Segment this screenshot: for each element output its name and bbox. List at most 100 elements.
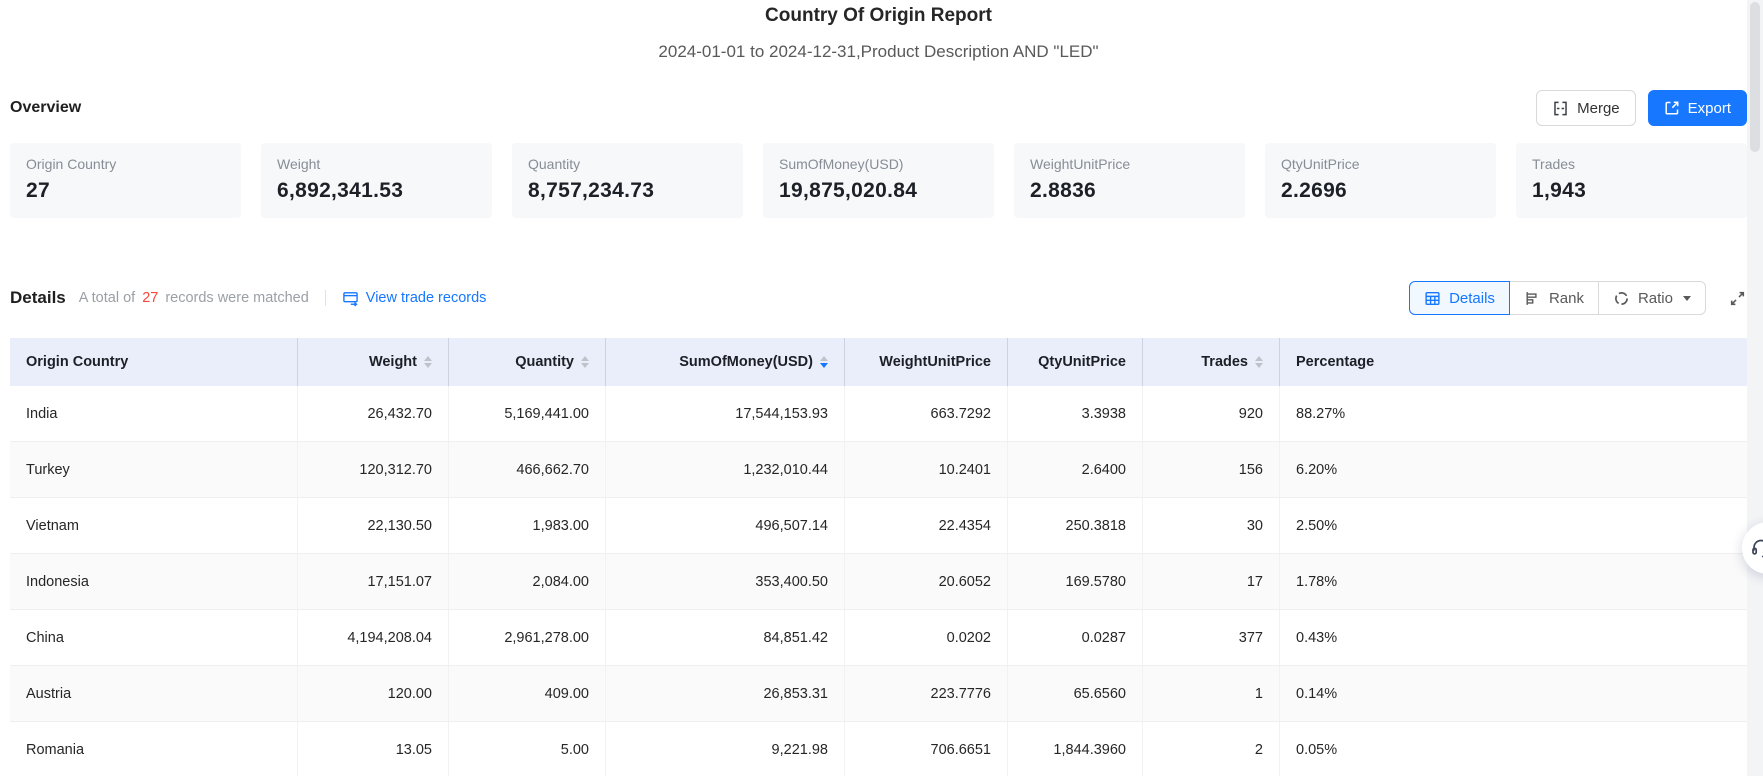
cell-value: 2,084.00 (533, 574, 589, 590)
table-row-indonesia: Indonesia17,151.072,084.00353,400.5020.6… (10, 554, 1747, 610)
stat-label: WeightUnitPrice (1030, 156, 1229, 172)
export-button[interactable]: Export (1648, 90, 1747, 126)
tab-details[interactable]: Details (1409, 281, 1510, 315)
cell-trades: 920 (1143, 386, 1280, 441)
table-row-austria: Austria120.00409.0026,853.31223.777665.6… (10, 666, 1747, 722)
cell-weight: 13.05 (298, 722, 449, 776)
tab-rank[interactable]: Rank (1509, 281, 1599, 315)
table-row-vietnam: Vietnam22,130.501,983.00496,507.1422.435… (10, 498, 1747, 554)
cell-value: 20.6052 (939, 574, 991, 590)
cell-value: 1,983.00 (533, 518, 589, 534)
cell-sumofmoney-usd: 84,851.42 (606, 610, 845, 665)
details-heading: Details (10, 288, 66, 308)
cell-value: 4,194,208.04 (347, 630, 432, 646)
cell-value: Vietnam (26, 518, 79, 534)
cell-sumofmoney-usd: 9,221.98 (606, 722, 845, 776)
cell-quantity: 5.00 (449, 722, 606, 776)
view-toggle-group: Details Rank Ratio (1409, 281, 1706, 315)
stat-card-sumofmoney-usd: SumOfMoney(USD)19,875,020.84 (763, 143, 994, 218)
cell-origin-country: Austria (10, 666, 298, 721)
cell-qtyunitprice: 0.0287 (1008, 610, 1143, 665)
cell-value: 30 (1247, 518, 1263, 534)
cell-qtyunitprice: 169.5780 (1008, 554, 1143, 609)
cell-value: 120,312.70 (359, 462, 432, 478)
cell-value: 17 (1247, 574, 1263, 590)
view-trade-records-label: View trade records (366, 290, 487, 306)
stat-card-origin-country: Origin Country27 (10, 143, 241, 218)
overview-stat-cards: Origin Country27 Weight6,892,341.53 Quanti… (10, 143, 1747, 218)
cell-value: 22.4354 (939, 518, 991, 534)
cell-value: 17,544,153.93 (735, 406, 828, 422)
vertical-scrollbar[interactable] (1747, 0, 1763, 776)
stat-card-weight: Weight6,892,341.53 (261, 143, 492, 218)
tab-label: Details (1449, 290, 1495, 307)
cell-value: 1.78% (1296, 574, 1337, 590)
stat-label: Weight (277, 156, 476, 172)
column-header-trades[interactable]: Trades (1143, 338, 1280, 386)
cell-origin-country: India (10, 386, 298, 441)
cell-trades: 2 (1143, 722, 1280, 776)
cell-value: 377 (1239, 630, 1263, 646)
sort-icon (581, 356, 589, 369)
cell-weightunitprice: 10.2401 (845, 442, 1008, 497)
stat-value: 1,943 (1532, 179, 1731, 203)
table-row-romania: Romania13.055.009,221.98 706.6651 1,844.39… (10, 722, 1747, 776)
cell-origin-country: Turkey (10, 442, 298, 497)
cell-qtyunitprice: 1,844.3960 (1008, 722, 1143, 776)
cell-quantity: 1,983.00 (449, 498, 606, 553)
cell-value: 26,432.70 (367, 406, 432, 422)
cell-qtyunitprice: 250.3818 (1008, 498, 1143, 553)
stat-value: 2.2696 (1281, 179, 1480, 203)
cell-origin-country: China (10, 610, 298, 665)
cell-value: Indonesia (26, 574, 89, 590)
column-header-sumofmoney-usd[interactable]: SumOfMoney(USD) (606, 338, 845, 386)
fullscreen-button[interactable] (1728, 289, 1747, 308)
tab-label: Ratio (1638, 290, 1673, 307)
cell-value: 3.3938 (1082, 406, 1126, 422)
cell-value: 2.50% (1296, 518, 1337, 534)
stat-label: Trades (1532, 156, 1731, 172)
cell-percentage: 0.14% (1280, 666, 1747, 721)
action-buttons: Merge Export (1536, 90, 1747, 126)
column-label: QtyUnitPrice (1038, 354, 1126, 370)
cell-value: 2.6400 (1082, 462, 1126, 478)
view-trade-records-link[interactable]: View trade records (342, 290, 487, 307)
cell-origin-country: Romania (10, 722, 298, 776)
chevron-down-icon (1683, 296, 1691, 301)
column-header-weight[interactable]: Weight (298, 338, 449, 386)
column-header-qtyunitprice: QtyUnitPrice (1008, 338, 1143, 386)
overview-heading: Overview (10, 99, 81, 117)
table-body: India26,432.705,169,441.0017,544,153.936… (10, 386, 1747, 776)
tab-label: Rank (1549, 290, 1584, 307)
details-bar-left: Details A total of 27 records were match… (10, 288, 486, 308)
cell-value: 0.05% (1296, 742, 1337, 758)
cell-value: 223.7776 (931, 686, 991, 702)
cell-weight: 26,432.70 (298, 386, 449, 441)
cell-weight: 22,130.50 (298, 498, 449, 553)
stat-card-weightunitprice: WeightUnitPrice2.8836 (1014, 143, 1245, 218)
column-header-quantity[interactable]: Quantity (449, 338, 606, 386)
cell-value: 1 (1255, 686, 1263, 702)
cell-value: China (26, 630, 64, 646)
cell-value: 706.6651 (931, 742, 991, 758)
data-table: Origin CountryWeightQuantitySumOfMoney(U… (10, 338, 1747, 776)
fullscreen-icon (1728, 289, 1747, 308)
export-button-label: Export (1688, 100, 1731, 117)
scrollbar-thumb[interactable] (1750, 2, 1760, 152)
cell-qtyunitprice: 2.6400 (1008, 442, 1143, 497)
cell-quantity: 2,084.00 (449, 554, 606, 609)
cell-value: 1,232,010.44 (743, 462, 828, 478)
merge-button[interactable]: Merge (1536, 90, 1636, 126)
cell-weightunitprice: 223.7776 (845, 666, 1008, 721)
cell-value: India (26, 406, 57, 422)
stat-label: QtyUnitPrice (1281, 156, 1480, 172)
cell-weightunitprice: 0.0202 (845, 610, 1008, 665)
table-icon (1424, 290, 1441, 307)
cell-weightunitprice: 706.6651 (845, 722, 1008, 776)
details-bar: Details A total of 27 records were match… (10, 280, 1747, 316)
tab-ratio[interactable]: Ratio (1598, 281, 1706, 315)
stat-card-quantity: Quantity8,757,234.73 (512, 143, 743, 218)
cell-value: 663.7292 (931, 406, 991, 422)
column-label: Trades (1201, 354, 1248, 370)
stat-value: 8,757,234.73 (528, 179, 727, 203)
